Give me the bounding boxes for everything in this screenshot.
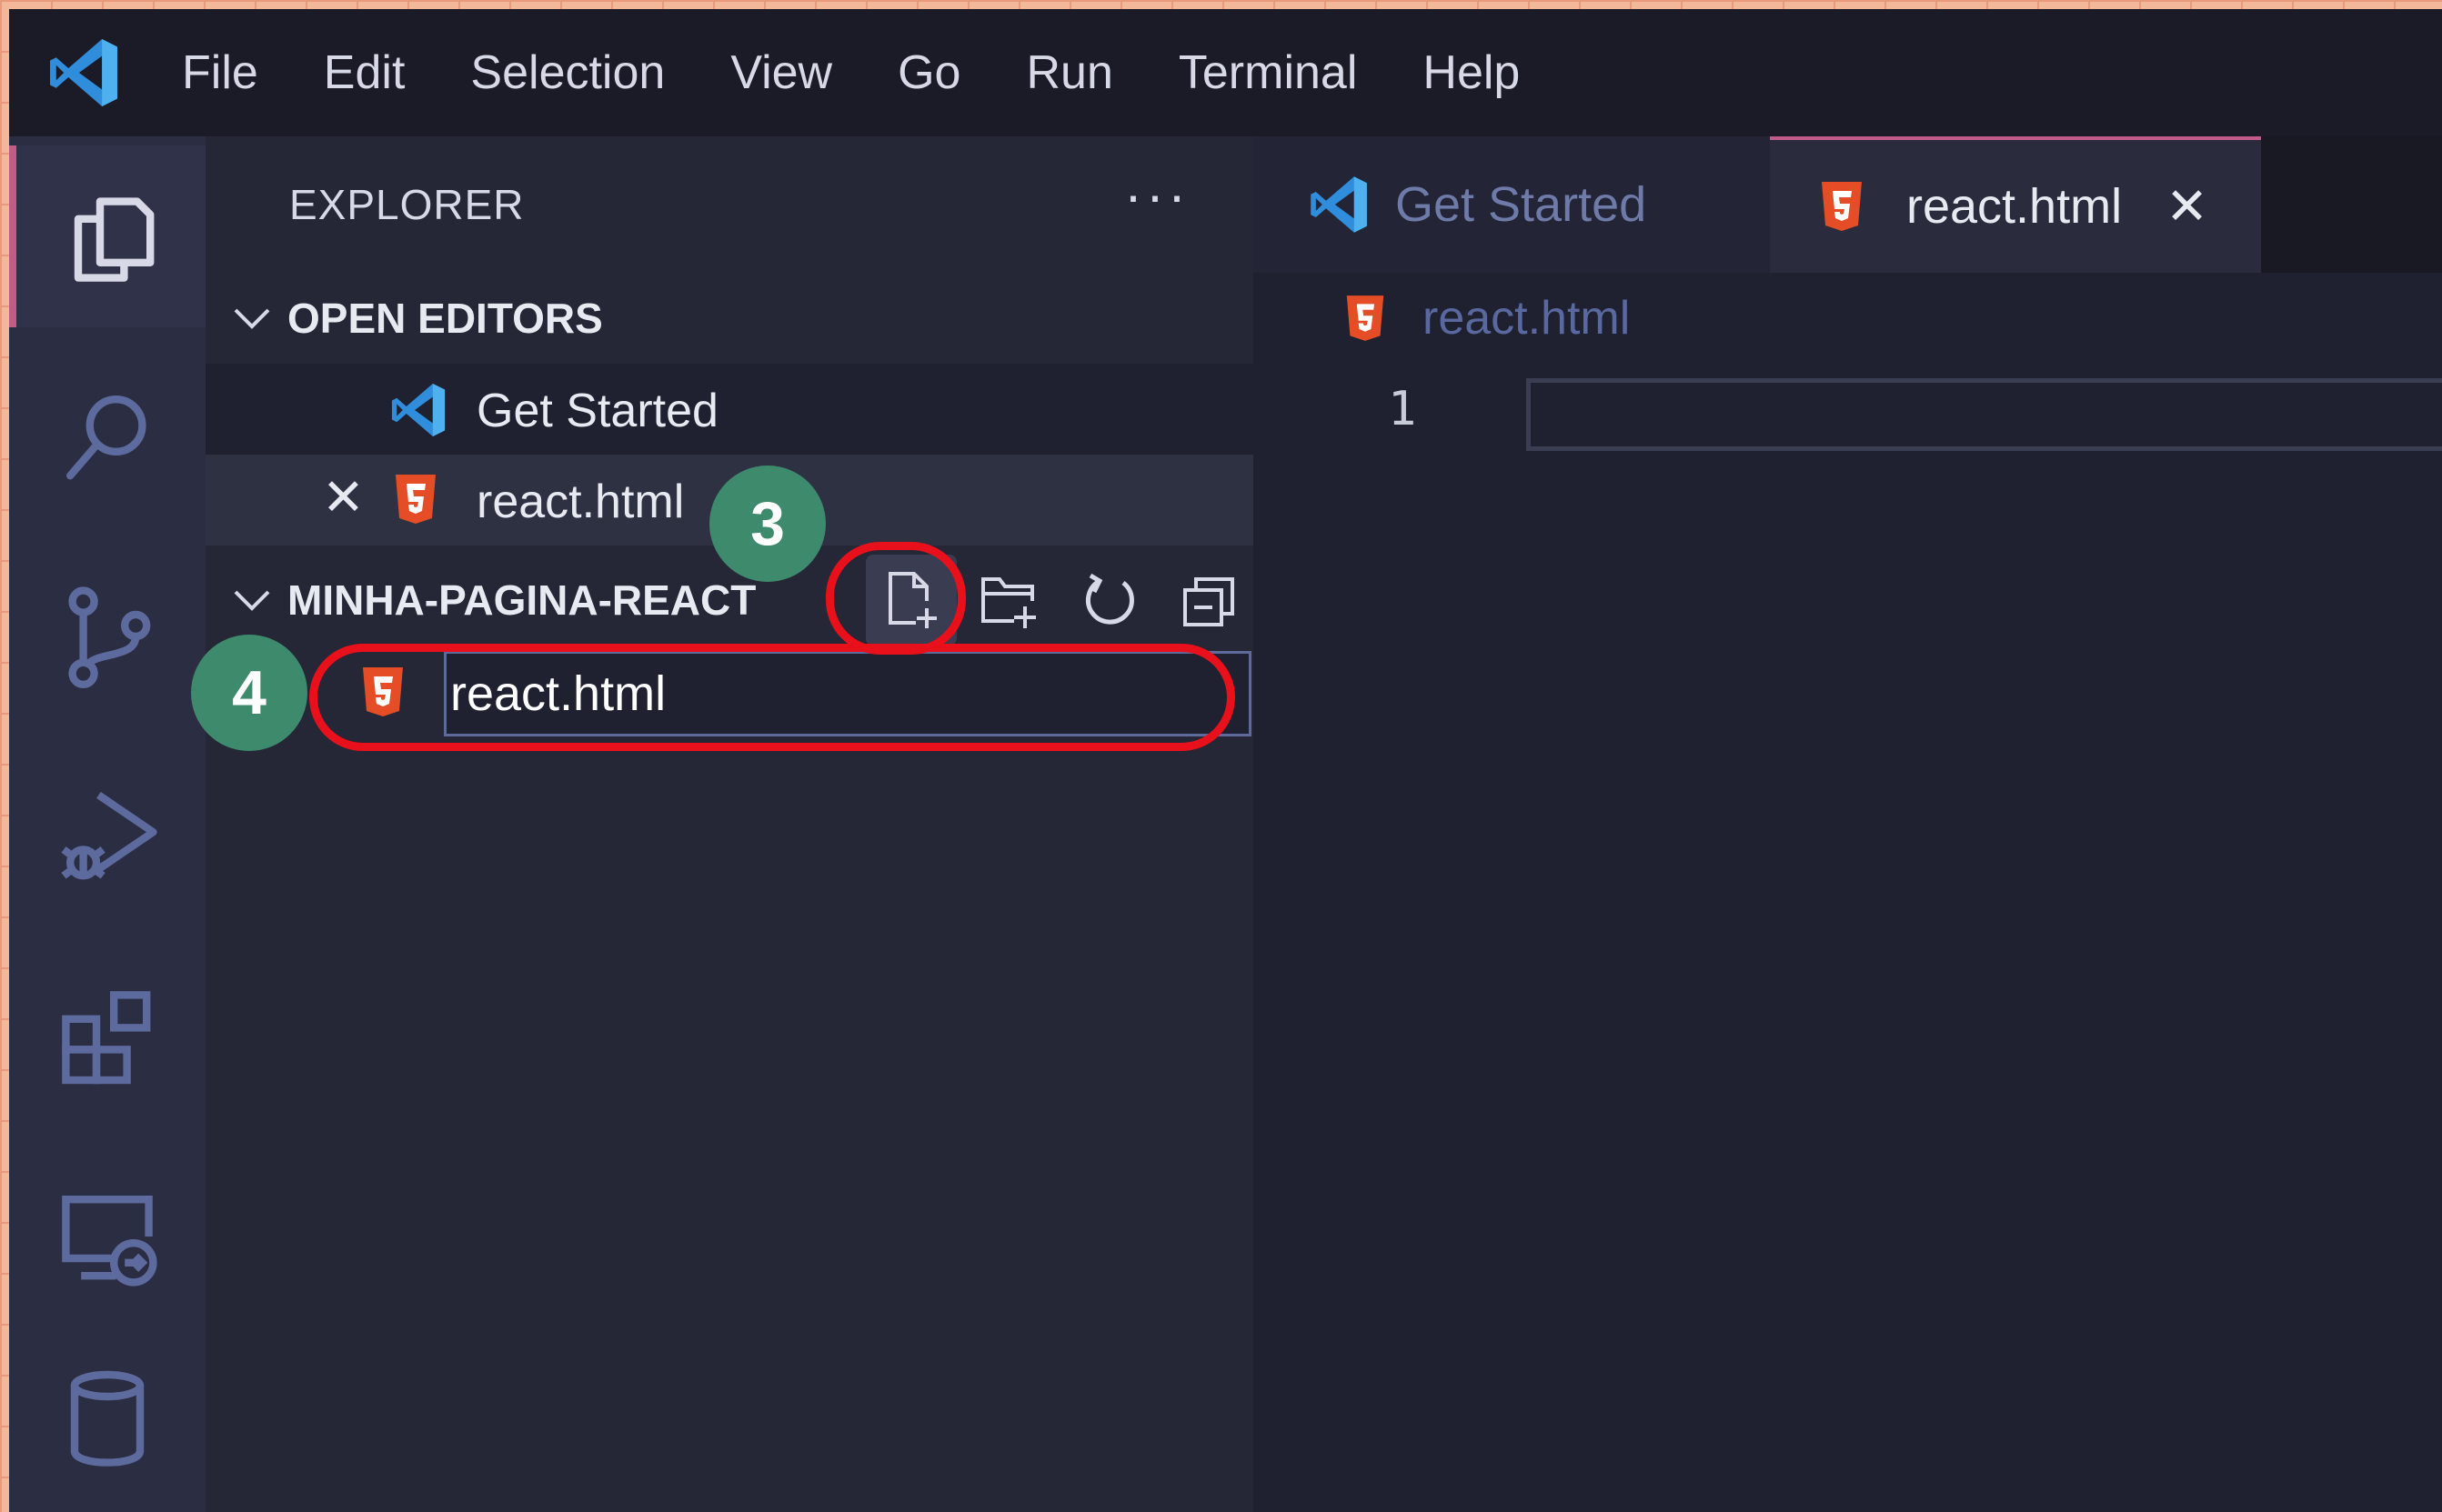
run-debug-icon [61,791,157,880]
activity-remote-explorer[interactable] [9,1146,206,1327]
menu-file[interactable]: File [182,45,258,100]
extensions-icon [62,991,151,1085]
html5-icon [396,475,436,524]
menu-edit[interactable]: Edit [324,45,406,100]
tab-bar-empty [2261,136,2442,273]
close-icon[interactable]: ✕ [322,467,365,527]
activity-database[interactable] [9,1327,206,1509]
vscode-window: File Edit Selection View Go Run Terminal… [9,9,2442,1512]
close-icon[interactable]: ✕ [2166,176,2208,236]
chevron-down-icon [220,586,284,614]
open-editor-item-get-started[interactable]: Get Started [206,364,1253,455]
vscode-icon [391,383,446,437]
search-icon [66,396,146,480]
menu-selection[interactable]: Selection [470,45,665,100]
menu-bar: File Edit Selection View Go Run Terminal… [9,9,2442,136]
refresh-button[interactable] [1064,555,1155,646]
activity-extensions[interactable] [9,946,206,1127]
explorer-title: EXPLORER [289,181,525,228]
collapse-all-button[interactable] [1164,555,1255,646]
html5-icon [1346,295,1384,341]
activity-run-debug[interactable] [9,746,206,927]
activity-bar [9,136,206,1512]
callout-badge-3: 3 [709,466,826,582]
remote-explorer-icon [62,1196,157,1287]
current-line-highlight [1526,378,2442,451]
menu-go[interactable]: Go [898,45,960,100]
open-editors-section-header[interactable]: OPEN EDITORS [206,273,1253,364]
activity-source-control[interactable] [9,546,206,727]
database-icon [70,1370,145,1467]
folder-title: MINHA-PAGINA-REACT [287,576,757,624]
callout-ring-new-file [826,542,966,655]
vscode-icon [1311,176,1367,233]
callout-badge-4: 4 [191,635,307,751]
activity-explorer[interactable] [9,145,206,327]
line-number: 1 [1388,382,1417,436]
breadcrumb-file: react.html [1422,292,1631,345]
code-editor[interactable]: 1 [1253,364,2442,1512]
menu-help[interactable]: Help [1422,45,1520,100]
explorer-sidebar: EXPLORER ··· OPEN EDITORS Get Started ✕ [206,136,1253,1512]
vscode-logo-icon [50,39,117,106]
menu: File Edit Selection View Go Run Terminal… [182,9,1585,136]
tab-react-html[interactable]: react.html ✕ [1770,136,2261,273]
editor-tabs: Get Started react.html ✕ [1253,136,2442,273]
tab-label: Get Started [1395,177,1647,232]
explorer-header: EXPLORER ··· [206,136,1253,273]
menu-terminal[interactable]: Terminal [1179,45,1358,100]
menu-view[interactable]: View [730,45,832,100]
open-editor-label: react.html [477,476,685,528]
callout-ring-filename [309,644,1235,751]
breadcrumb[interactable]: react.html [1253,273,2442,364]
source-control-icon [68,586,151,688]
collapse-all-icon [1183,577,1234,626]
new-folder-icon [981,577,1036,628]
open-editor-label: Get Started [477,385,719,437]
html5-icon [1822,182,1862,231]
menu-run[interactable]: Run [1026,45,1112,100]
tab-get-started[interactable]: Get Started [1253,136,1770,273]
open-editors-title: OPEN EDITORS [287,295,603,342]
chevron-down-icon [220,305,284,332]
activity-search[interactable] [9,345,206,527]
tab-label: react.html [1906,179,2123,234]
explorer-icon [74,197,155,282]
more-actions-icon[interactable]: ··· [1124,164,1190,226]
new-folder-button[interactable] [964,555,1055,646]
refresh-icon [1086,573,1134,625]
